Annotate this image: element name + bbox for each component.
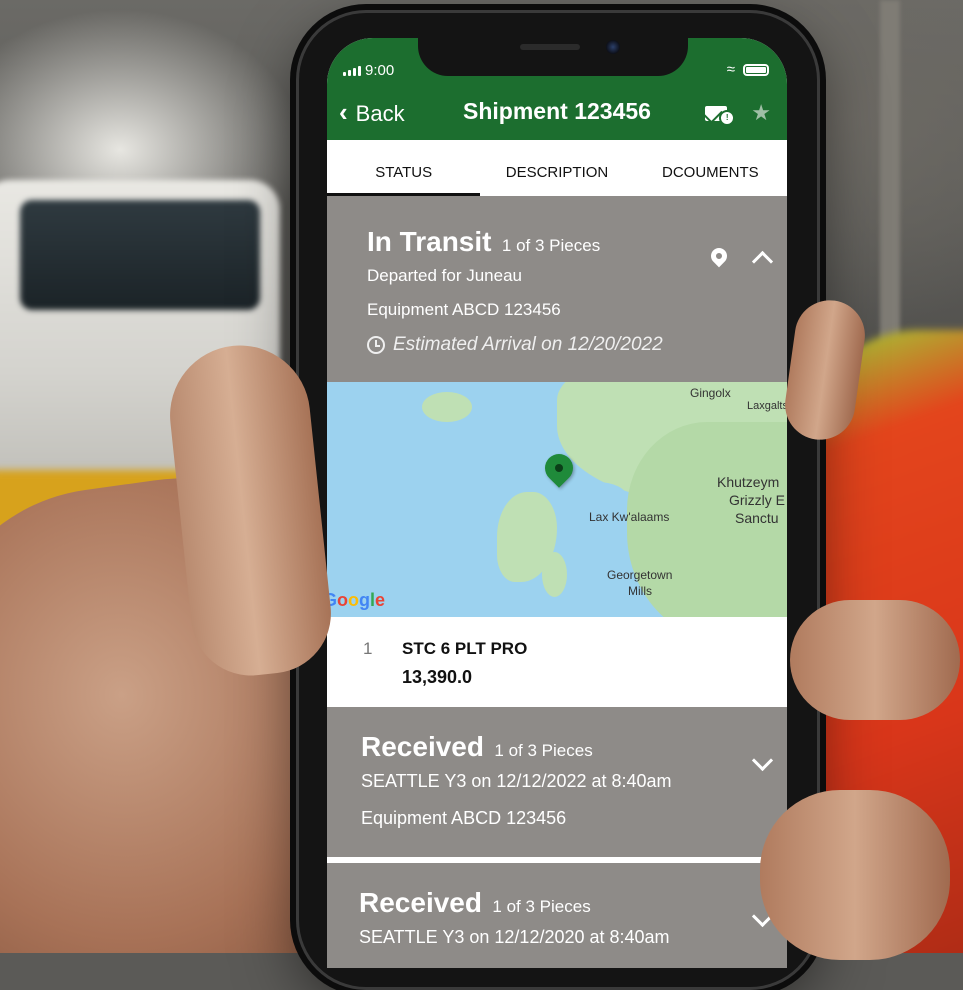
phone-notch: [418, 28, 688, 76]
map-label: Georgetown: [607, 568, 673, 582]
chevron-up-icon[interactable]: [751, 250, 774, 273]
status-icons: ≈: [727, 62, 769, 77]
map-land: [422, 392, 472, 422]
map-label: Laxgalts: [747, 400, 787, 412]
hand-finger: [760, 790, 950, 960]
event-equipment: Equipment ABCD 123456: [367, 300, 561, 319]
event-in-transit[interactable]: In Transit 1 of 3 Pieces Departed for Ju…: [327, 196, 787, 382]
event-equipment: Equipment ABCD 123456: [361, 808, 567, 828]
map-label: Mills: [628, 584, 652, 598]
event-received[interactable]: Received 1 of 3 Pieces SEATTLE Y3 on 12/…: [327, 863, 787, 968]
piece-row[interactable]: 1 STC 6 PLT PRO 13,390.0: [327, 617, 787, 707]
phone-screen: 9:00 ≈ ‹ Back Shipment 123456 ! ★ STATUS…: [327, 38, 787, 968]
event-eta: Estimated Arrival on 12/20/2022: [367, 334, 663, 356]
event-line: SEATTLE Y3 on 12/12/2020 at 8:40am: [359, 927, 670, 947]
map-water: [567, 482, 627, 512]
wifi-icon: ≈: [726, 61, 735, 78]
event-status: Received: [359, 887, 482, 918]
location-pin-icon[interactable]: [707, 244, 731, 268]
warehouse-rack: [880, 0, 900, 360]
clock-icon: [367, 336, 385, 354]
chevron-down-icon[interactable]: [751, 749, 774, 772]
event-pieces: 1 of 3 Pieces: [494, 741, 593, 760]
mail-alert-icon[interactable]: !: [705, 104, 736, 126]
hand-finger: [790, 600, 960, 720]
map-label: Grizzly E: [729, 492, 785, 508]
event-pieces: 1 of 3 Pieces: [492, 897, 591, 916]
tab-documents[interactable]: DCOUMENTS: [634, 140, 787, 196]
map-view[interactable]: Gingolx Laxgalts Khutzeym Grizzly E Sanc…: [327, 382, 787, 617]
eta-text: Estimated Arrival on 12/20/2022: [393, 334, 663, 355]
piece-name: STC 6 PLT PRO: [402, 639, 528, 658]
battery-icon: [743, 63, 769, 76]
event-line: SEATTLE Y3 on 12/12/2022 at 8:40am: [361, 771, 672, 791]
map-land: [542, 552, 567, 597]
event-received[interactable]: Received 1 of 3 Pieces SEATTLE Y3 on 12/…: [327, 707, 787, 857]
map-label: Khutzeym: [717, 474, 780, 490]
phone-camera: [606, 40, 620, 54]
event-status: Received: [361, 731, 484, 762]
phone-speaker: [520, 44, 580, 50]
tab-description[interactable]: DESCRIPTION: [480, 140, 633, 196]
piece-number: 1: [363, 639, 373, 658]
status-time: 9:00: [365, 62, 395, 79]
tab-status[interactable]: STATUS: [327, 140, 481, 196]
nav-actions: ! ★: [705, 100, 771, 126]
event-content: In Transit 1 of 3 Pieces Departed for Ju…: [367, 226, 663, 356]
event-status: In Transit: [367, 226, 492, 257]
event-line: Departed for Juneau: [367, 266, 522, 285]
piece-weight: 13,390.0: [402, 667, 473, 687]
map-label: Sanctu: [735, 510, 779, 526]
star-icon[interactable]: ★: [751, 100, 771, 126]
tab-bar: STATUS DESCRIPTION DCOUMENTS: [327, 140, 787, 197]
google-logo: Google: [327, 590, 386, 610]
map-label: Lax Kw'alaams: [589, 510, 670, 524]
event-content: Received 1 of 3 Pieces SEATTLE Y3 on 12/…: [361, 731, 672, 829]
event-pieces: 1 of 3 Pieces: [501, 236, 601, 255]
truck-window: [20, 200, 260, 310]
map-label: Gingolx: [690, 386, 731, 400]
signal-icon: [343, 66, 361, 76]
event-content: Received 1 of 3 Pieces SEATTLE Y3 on 12/…: [359, 887, 670, 948]
